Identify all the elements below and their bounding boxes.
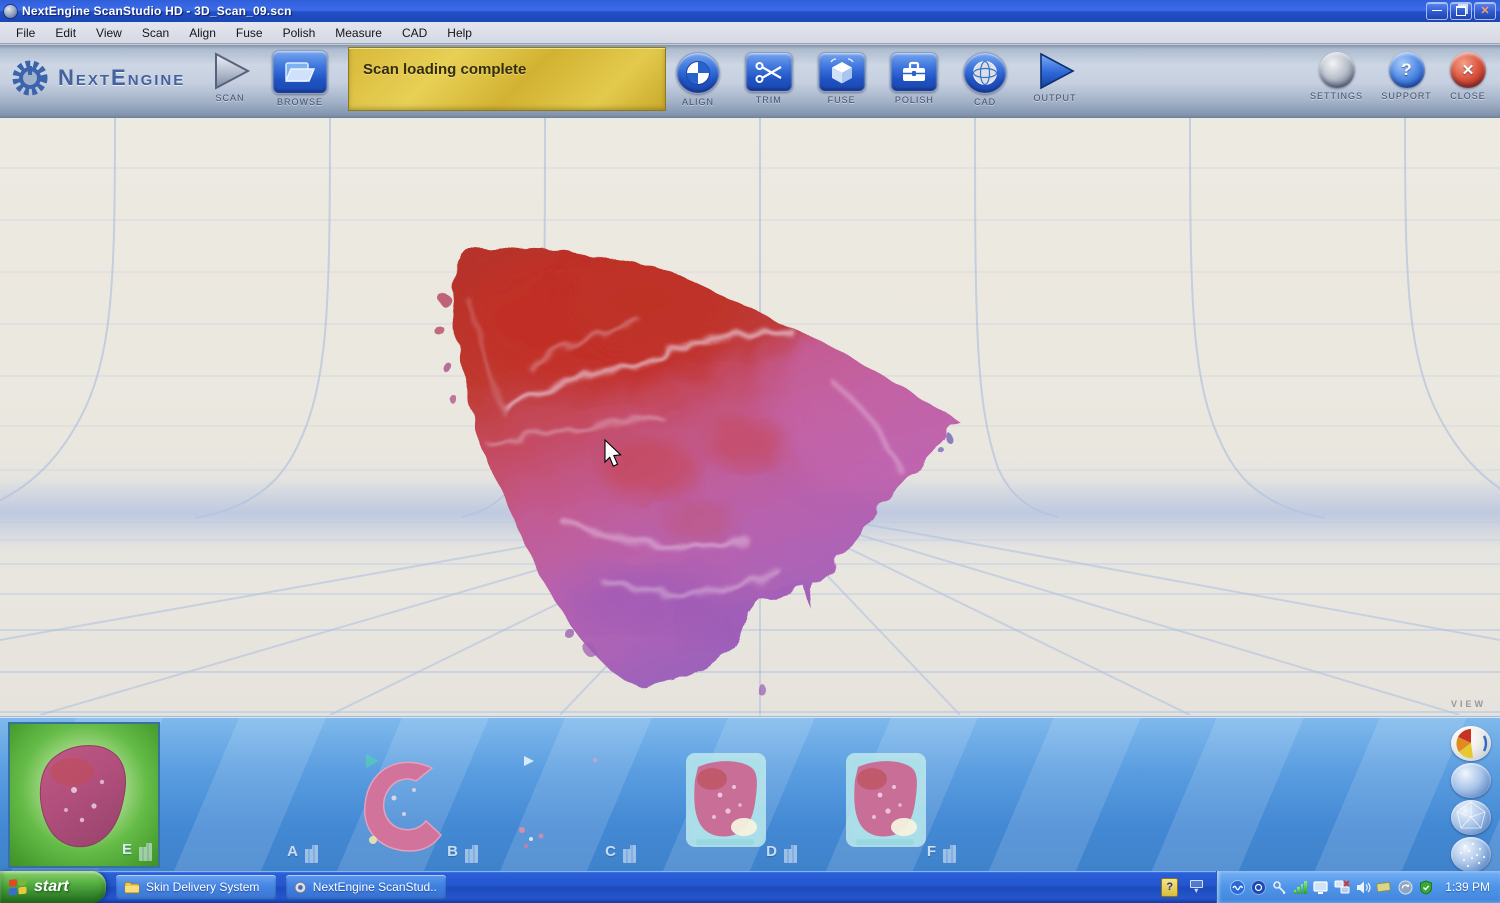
cad-button[interactable]: CAD bbox=[963, 52, 1007, 107]
close-window-button[interactable]: ✕ bbox=[1474, 2, 1496, 20]
thumbnail-slot-a[interactable]: A bbox=[168, 722, 324, 868]
scan-family-icon bbox=[943, 845, 956, 863]
system-tray: 1:39 PM bbox=[1216, 871, 1500, 903]
menu-help[interactable]: Help bbox=[437, 24, 482, 42]
menu-fuse[interactable]: Fuse bbox=[226, 24, 273, 42]
scan-family-icon bbox=[305, 845, 318, 863]
brand-name: NextEngine bbox=[58, 65, 185, 91]
restore-icon bbox=[1456, 6, 1466, 16]
card-icon[interactable] bbox=[1376, 879, 1392, 895]
shaded-view-button[interactable] bbox=[1451, 763, 1491, 798]
updater-icon[interactable] bbox=[1397, 879, 1413, 895]
task-nextengine-scanstudio[interactable]: NextEngine ScanStud... bbox=[286, 875, 446, 900]
wireframe-sphere-icon bbox=[1451, 800, 1491, 835]
output-triangle-icon bbox=[1032, 52, 1078, 90]
wireframe-view-button[interactable] bbox=[1451, 800, 1491, 835]
wave-messenger-icon[interactable] bbox=[1229, 879, 1245, 895]
cube-icon bbox=[827, 58, 857, 86]
close-app-button[interactable]: ✕ Close bbox=[1450, 52, 1486, 101]
language-bar-icon[interactable]: ▾ bbox=[1188, 880, 1204, 894]
window-title: NextEngine ScanStudio HD - 3D_Scan_09.sc… bbox=[22, 4, 292, 18]
app-icon bbox=[4, 5, 17, 18]
menu-file[interactable]: File bbox=[6, 24, 45, 42]
thumbnail-slot-f[interactable]: F bbox=[806, 722, 962, 868]
brand: NextEngine bbox=[10, 58, 185, 98]
browse-button[interactable]: Browse bbox=[272, 50, 328, 107]
start-label: start bbox=[34, 878, 69, 896]
points-view-button[interactable] bbox=[1451, 837, 1491, 872]
minimize-button[interactable]: — bbox=[1426, 2, 1448, 20]
start-button[interactable]: start bbox=[0, 871, 106, 903]
application-window: NextEngine ScanStudio HD - 3D_Scan_09.sc… bbox=[0, 0, 1500, 903]
help-tip-icon[interactable]: ? bbox=[1161, 878, 1178, 897]
thumbnail-slot-d[interactable]: D bbox=[647, 722, 803, 868]
menu-measure[interactable]: Measure bbox=[325, 24, 392, 42]
settings-button[interactable]: Settings bbox=[1310, 52, 1363, 101]
process-toolbar: Align Trim bbox=[676, 52, 1078, 107]
thumbnail-slot-c[interactable]: C bbox=[486, 722, 642, 868]
key-icon[interactable] bbox=[1271, 879, 1287, 895]
taskbar-clock[interactable]: 1:39 PM bbox=[1445, 880, 1490, 894]
trim-button[interactable]: Trim bbox=[745, 52, 793, 107]
output-button[interactable]: Output bbox=[1032, 52, 1078, 107]
points-sphere-icon bbox=[1451, 837, 1491, 872]
support-button[interactable]: ? Support bbox=[1381, 52, 1431, 101]
windows-flag-icon bbox=[8, 877, 28, 897]
scan-button[interactable]: Scan bbox=[206, 52, 254, 103]
signal-strength-icon[interactable] bbox=[1292, 880, 1308, 894]
view-mode-buttons bbox=[1451, 726, 1491, 872]
volume-icon[interactable] bbox=[1355, 879, 1371, 895]
close-icon: ✕ bbox=[1480, 6, 1489, 16]
scan-triangle-icon bbox=[206, 52, 254, 90]
thumbnail-label: E bbox=[122, 841, 132, 858]
network-disconnected-icon[interactable] bbox=[1334, 879, 1350, 895]
color-ball-icon bbox=[1451, 726, 1491, 761]
menu-scan[interactable]: Scan bbox=[132, 24, 179, 42]
ocp-icon[interactable] bbox=[1250, 879, 1266, 895]
close-x-icon: ✕ bbox=[1462, 61, 1475, 79]
thumbnail-slot-b[interactable]: B bbox=[328, 722, 484, 868]
display-icon[interactable] bbox=[1313, 879, 1329, 895]
question-icon: ? bbox=[1401, 60, 1411, 80]
windows-taskbar: start Skin Delivery System NextEngine Sc… bbox=[0, 871, 1500, 903]
fuse-button[interactable]: Fuse bbox=[818, 52, 866, 107]
scan-family-icon bbox=[465, 845, 478, 863]
status-text: Scan loading complete bbox=[363, 61, 526, 78]
main-toolbar: NextEngine Scan Browse Scan loading comp… bbox=[0, 44, 1500, 118]
toolbox-icon bbox=[899, 59, 929, 85]
3d-viewport[interactable]: VIEW bbox=[0, 118, 1500, 715]
scan-canvas bbox=[0, 118, 1500, 715]
align-icon bbox=[684, 59, 712, 87]
scissors-icon bbox=[754, 60, 784, 84]
folder-icon bbox=[124, 881, 140, 894]
scan-thumbnail-strip: E bbox=[0, 717, 1500, 871]
nextengine-gear-icon bbox=[10, 58, 50, 98]
scan-thumbnail-e bbox=[10, 724, 158, 866]
menu-edit[interactable]: Edit bbox=[45, 24, 86, 42]
utility-toolbar: Settings ? Support ✕ Close bbox=[1310, 52, 1486, 101]
menu-bar: File Edit View Scan Align Fuse Polish Me… bbox=[0, 22, 1500, 44]
polish-button[interactable]: Polish bbox=[890, 52, 938, 107]
settings-globe-icon bbox=[1319, 52, 1355, 88]
minimize-icon: — bbox=[1432, 6, 1442, 16]
menu-view[interactable]: View bbox=[86, 24, 132, 42]
view-label: VIEW bbox=[1451, 699, 1486, 709]
scan-family-icon bbox=[784, 845, 797, 863]
menu-align[interactable]: Align bbox=[179, 24, 226, 42]
taskbar-quick-icons: ? ▾ bbox=[1161, 878, 1216, 897]
color-view-button[interactable] bbox=[1451, 726, 1491, 761]
nextengine-app-icon bbox=[294, 881, 307, 894]
cad-sphere-icon bbox=[971, 59, 999, 87]
security-shield-icon[interactable] bbox=[1418, 879, 1434, 895]
restore-button[interactable] bbox=[1450, 2, 1472, 20]
folder-open-icon bbox=[283, 59, 317, 85]
title-bar: NextEngine ScanStudio HD - 3D_Scan_09.sc… bbox=[0, 0, 1500, 22]
task-skin-delivery-system[interactable]: Skin Delivery System bbox=[116, 875, 276, 900]
status-message-box: Scan loading complete bbox=[348, 47, 666, 111]
align-button[interactable]: Align bbox=[676, 52, 720, 107]
scan-family-icon bbox=[623, 845, 636, 863]
menu-cad[interactable]: CAD bbox=[392, 24, 437, 42]
thumbnail-slot-e-selected[interactable]: E bbox=[8, 722, 160, 868]
menu-polish[interactable]: Polish bbox=[273, 24, 326, 42]
